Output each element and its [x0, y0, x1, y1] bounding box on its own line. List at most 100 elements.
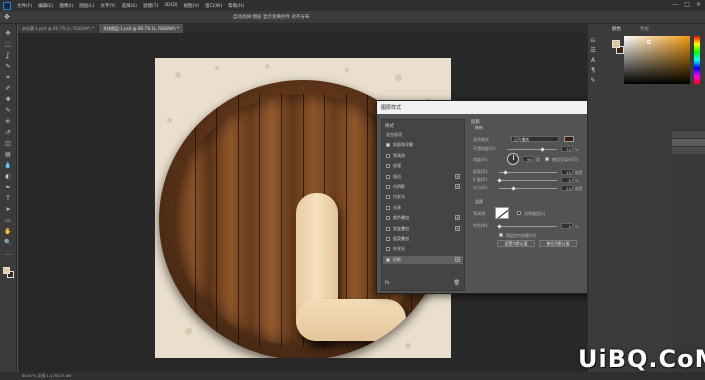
size-slider[interactable] — [499, 188, 557, 189]
marquee-tool-icon[interactable]: ⬚ — [3, 41, 13, 49]
color-picker-field[interactable] — [624, 36, 690, 84]
menu-item[interactable]: 选择(S) — [119, 3, 140, 9]
close-window-icon[interactable]: ✕ — [696, 1, 701, 8]
noise-field[interactable]: 0 — [561, 223, 573, 229]
type-tool-icon[interactable]: T — [3, 195, 13, 203]
menu-item[interactable]: 文字(Y) — [97, 3, 118, 9]
style-row[interactable]: 光泽 — [383, 204, 463, 212]
size-field[interactable]: 24 — [561, 185, 573, 191]
menu-item[interactable]: 图层(L) — [76, 3, 97, 9]
stamp-tool-icon[interactable]: ⎆ — [3, 118, 13, 126]
style-row[interactable]: 图案叠加 — [383, 235, 463, 243]
panel-foreground-chip[interactable] — [612, 40, 620, 48]
add-style-icon[interactable]: + — [455, 215, 460, 221]
distance-field[interactable]: 10 — [561, 169, 573, 175]
crop-tool-icon[interactable]: ⌗ — [3, 74, 13, 82]
layer-row[interactable] — [672, 130, 705, 138]
style-row[interactable]: 内发光 — [383, 193, 463, 201]
opacity-field[interactable]: 70 — [561, 146, 573, 152]
move-tool-icon[interactable]: ✥ — [3, 30, 13, 38]
style-checkbox[interactable] — [386, 174, 390, 179]
style-row[interactable]: 描边 + — [383, 173, 463, 181]
menu-item[interactable]: 帮助(H) — [225, 3, 247, 9]
history-brush-tool-icon[interactable]: ↺ — [3, 129, 13, 137]
style-checkbox[interactable] — [386, 205, 390, 210]
global-light-checkbox[interactable] — [545, 157, 549, 161]
add-style-icon[interactable]: + — [455, 256, 460, 262]
lasso-tool-icon[interactable]: ʆ — [3, 52, 13, 60]
anti-alias-checkbox[interactable] — [517, 211, 521, 215]
tab-color[interactable]: 颜色 — [612, 26, 621, 32]
style-checkbox[interactable] — [386, 185, 390, 189]
style-checkbox[interactable] — [386, 143, 390, 148]
foreground-color-swatch[interactable] — [3, 267, 10, 274]
layer-row[interactable] — [672, 146, 705, 154]
blend-mode-select[interactable]: 正片叠底 — [511, 136, 559, 142]
style-checkbox[interactable] — [386, 257, 390, 262]
menu-item[interactable]: 文件(F) — [14, 3, 35, 9]
noise-slider[interactable] — [499, 226, 557, 227]
maximize-icon[interactable]: □ — [684, 1, 690, 8]
menu-item[interactable]: 3D(D) — [161, 3, 180, 9]
menu-item[interactable]: 窗口(W) — [202, 3, 225, 9]
add-style-icon[interactable]: + — [455, 184, 460, 189]
more-tool-icon[interactable]: … — [3, 250, 13, 258]
set-default-button[interactable]: 设置为默认值 — [497, 240, 535, 247]
style-checkbox[interactable] — [386, 226, 390, 231]
opacity-slider-thumb[interactable] — [540, 147, 545, 152]
blur-tool-icon[interactable]: 💧 — [3, 162, 13, 170]
properties-panel-icon[interactable]: ☰ — [589, 47, 597, 55]
style-row[interactable]: 斜面和浮雕 — [383, 141, 463, 149]
menu-item[interactable]: 编辑(E) — [35, 3, 56, 9]
angle-field[interactable]: 90 — [522, 156, 534, 162]
move-tool-icon[interactable]: ✥ — [4, 13, 14, 21]
style-row[interactable]: 等高线 — [383, 152, 463, 160]
fx-menu-icon[interactable]: fx — [385, 280, 390, 286]
hand-tool-icon[interactable]: ✋ — [3, 228, 13, 236]
style-row[interactable]: 渐变叠加 + — [383, 225, 463, 233]
style-row[interactable]: 外发光 — [383, 245, 463, 253]
angle-dial[interactable] — [507, 153, 519, 165]
style-checkbox[interactable] — [386, 216, 390, 221]
brush-panel-icon[interactable]: ✎ — [589, 77, 597, 85]
spread-slider-thumb[interactable] — [497, 178, 502, 183]
style-row[interactable]: 颜色叠加 + — [383, 214, 463, 222]
menu-item[interactable]: 视图(V) — [181, 3, 203, 9]
character-panel-icon[interactable]: A — [589, 57, 597, 65]
tab-swatches[interactable]: 色板 — [640, 26, 649, 32]
eyedropper-tool-icon[interactable]: ✐ — [3, 85, 13, 93]
healing-tool-icon[interactable]: ✚ — [3, 96, 13, 104]
style-row[interactable]: 纹理 — [383, 162, 463, 170]
style-row[interactable]: 内阴影 + — [383, 183, 463, 191]
tab-document-1[interactable]: 未标题-1.psd @ 66.7% (L, RGB/8#) * — [18, 24, 98, 33]
tab-document-2[interactable]: 木纹图层-1.psd @ 66.7% (L, RGB/8#) * — [98, 24, 183, 33]
gradient-tool-icon[interactable]: ▤ — [3, 151, 13, 159]
distance-slider-thumb[interactable] — [503, 170, 508, 175]
pen-tool-icon[interactable]: ✒ — [3, 184, 13, 192]
spread-slider[interactable] — [499, 180, 557, 181]
style-checkbox[interactable] — [386, 195, 390, 200]
noise-slider-thumb[interactable] — [497, 224, 502, 229]
styles-header[interactable]: 样式 — [385, 123, 394, 129]
layer-row[interactable] — [672, 138, 705, 146]
menu-item[interactable]: 滤镜(T) — [140, 3, 161, 9]
brush-tool-icon[interactable]: ✎ — [3, 107, 13, 115]
paragraph-panel-icon[interactable]: ¶ — [589, 67, 597, 75]
spread-field[interactable]: 0 — [561, 177, 573, 183]
style-row[interactable]: 混合选项 — [383, 131, 463, 139]
style-row[interactable]: 投影 + — [383, 255, 463, 264]
history-panel-icon[interactable]: ⎌ — [589, 37, 597, 45]
quick-select-tool-icon[interactable]: ✎ — [3, 63, 13, 71]
color-picker-cursor[interactable] — [647, 40, 651, 44]
zoom-tool-icon[interactable]: 🔍 — [3, 239, 13, 247]
dodge-tool-icon[interactable]: ◐ — [3, 173, 13, 181]
knockout-checkbox[interactable] — [499, 233, 503, 237]
add-style-icon[interactable]: + — [455, 173, 460, 179]
minimize-icon[interactable]: — — [672, 1, 678, 8]
menu-item[interactable]: 图像(I) — [56, 3, 76, 9]
style-checkbox[interactable] — [386, 164, 390, 169]
shadow-color-chip[interactable] — [564, 136, 574, 142]
style-checkbox[interactable] — [386, 247, 390, 252]
style-checkbox[interactable] — [386, 153, 390, 158]
eraser-tool-icon[interactable]: ◫ — [3, 140, 13, 148]
